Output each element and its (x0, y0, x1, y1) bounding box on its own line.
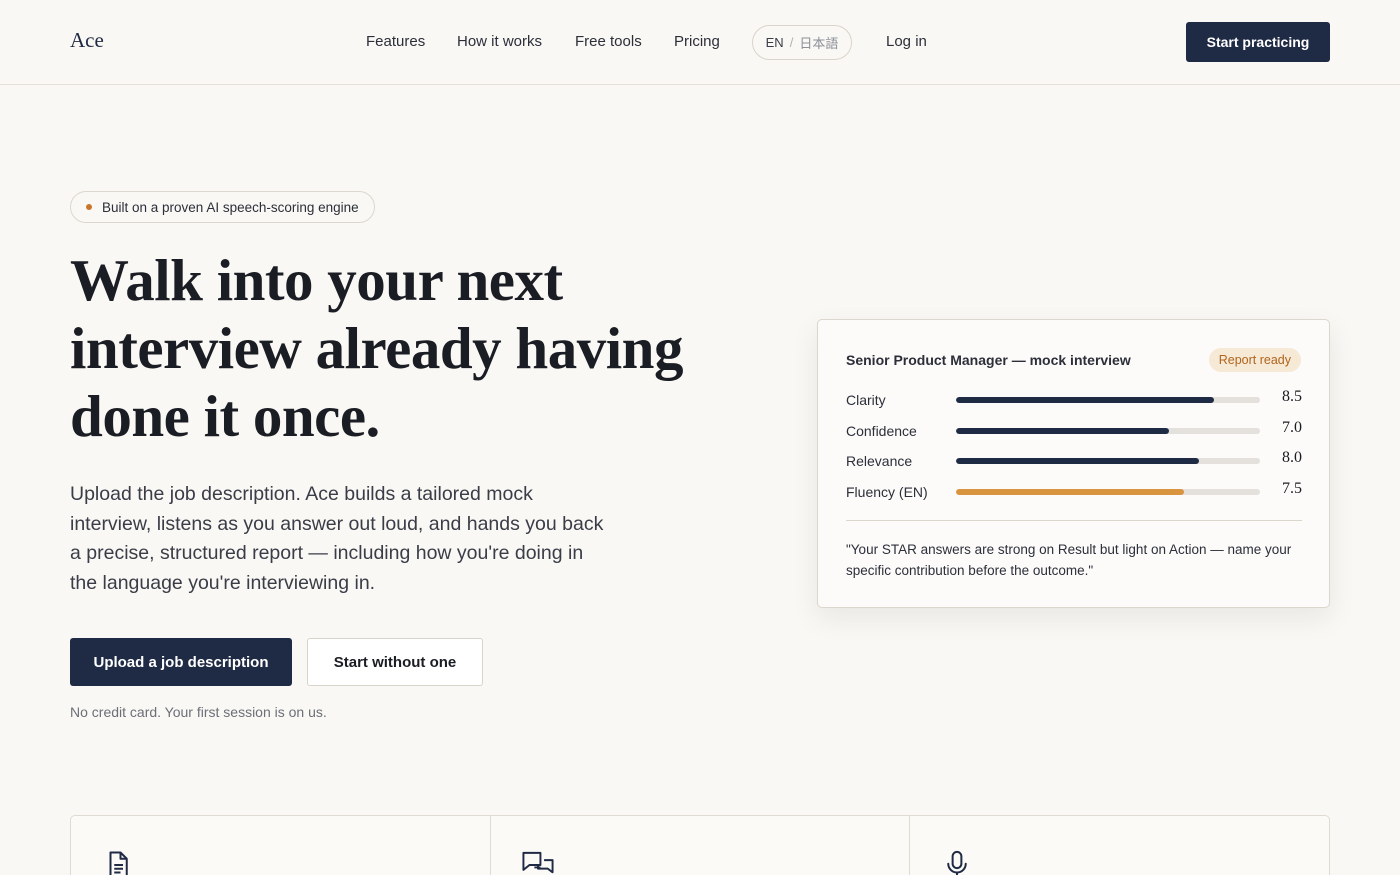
card-divider (846, 520, 1302, 521)
feature-card (491, 816, 911, 875)
document-icon (109, 851, 128, 875)
feature-card (71, 816, 491, 875)
logo[interactable]: Ace (70, 28, 104, 53)
microphone-icon (947, 850, 968, 875)
metric-score: 7.5 (1282, 480, 1302, 497)
metric-label: Confidence (846, 423, 917, 439)
upload-job-description-button[interactable]: Upload a job description (70, 638, 292, 686)
metric-label: Fluency (EN) (846, 484, 928, 500)
metric-bar-track (956, 458, 1260, 464)
chat-bubbles-icon (522, 851, 554, 874)
feature-strip (70, 815, 1330, 875)
nav-pricing[interactable]: Pricing (674, 33, 720, 50)
metric-label: Relevance (846, 453, 913, 469)
pill-text: Built on a proven AI speech-scoring engi… (102, 199, 359, 215)
no-credit-card-note: No credit card. Your first session is on… (70, 704, 327, 720)
metric-row: Confidence 7.0 (846, 419, 1302, 441)
metric-bar-track (956, 428, 1260, 434)
metric-bar-track (956, 489, 1260, 495)
metric-row: Relevance 8.0 (846, 449, 1302, 471)
nav-how-it-works[interactable]: How it works (457, 33, 542, 50)
lang-ja[interactable]: 日本語 (799, 33, 838, 52)
nav-free-tools[interactable]: Free tools (575, 33, 642, 50)
metric-label: Clarity (846, 392, 886, 408)
feature-card (910, 816, 1329, 875)
login-link[interactable]: Log in (886, 33, 927, 50)
site-header: Ace Features How it works Free tools Pri… (0, 0, 1400, 85)
report-ready-badge: Report ready (1208, 348, 1301, 372)
hero-subtext: Upload the job description. Ace builds a… (70, 483, 604, 594)
lang-separator: / (789, 35, 794, 50)
nav-features[interactable]: Features (366, 33, 425, 50)
feedback-quote: "Your STAR answers are strong on Result … (846, 542, 1292, 578)
start-practicing-button[interactable]: Start practicing (1186, 22, 1330, 62)
metric-bar-track (956, 397, 1260, 403)
metric-row: Clarity 8.5 (846, 388, 1302, 410)
report-card: Senior Product Manager — mock interview … (817, 319, 1330, 608)
metric-row: Fluency (EN) 7.5 (846, 480, 1302, 502)
language-switcher[interactable]: EN / 日本語 (752, 25, 852, 60)
metric-score: 8.0 (1282, 449, 1302, 466)
engine-pill: Built on a proven AI speech-scoring engi… (70, 191, 375, 223)
metric-bar-fill (956, 458, 1200, 464)
metric-bar-fill (956, 489, 1184, 495)
pill-dot (86, 204, 92, 210)
metric-bar-fill (956, 428, 1169, 434)
metric-bar-fill (956, 397, 1215, 403)
lang-en[interactable]: EN (766, 35, 784, 50)
hero-headline: Walk into your next interview already ha… (70, 247, 683, 449)
metric-score: 8.5 (1282, 388, 1302, 405)
start-without-one-button[interactable]: Start without one (307, 638, 483, 686)
metric-score: 7.0 (1282, 419, 1302, 436)
report-title: Senior Product Manager — mock interview (846, 352, 1131, 368)
